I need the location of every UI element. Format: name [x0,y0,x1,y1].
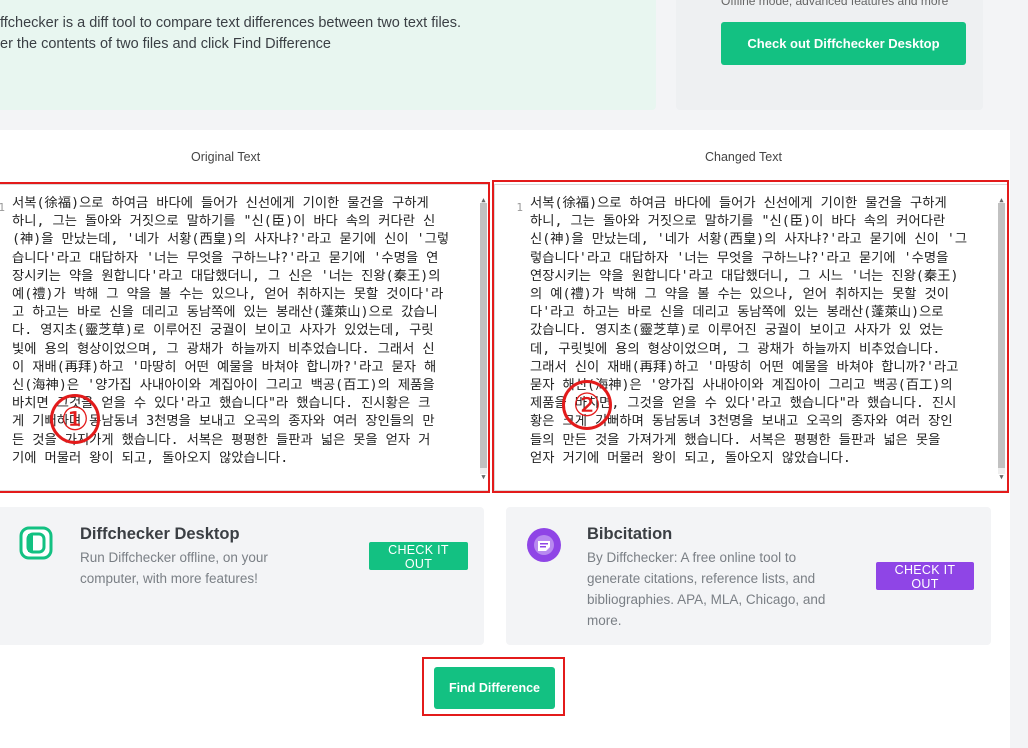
scroll-up-icon[interactable]: ▲ [998,197,1005,204]
editor-text-line[interactable]: 신(海神)은 '양가집 사내아이와 계집아이 그리고 백공(百工)의 제품을 [12,377,449,395]
editor-text-line[interactable]: 다. 영지초(靈芝草)로 이루어진 궁궐이 보이고 사자가 있었는데, 구릿 [12,322,449,340]
editor-text-line[interactable]: 서복(徐福)으로 하여금 바다에 들어가 신선에게 기이한 물건을 구하게 [530,195,967,213]
desktop-promo-subtitle: Offline mode, advanced features and more [721,0,949,8]
intro-line-2: er the contents of two files and click F… [0,36,331,52]
editor-text-line[interactable]: 습니다'라고 대답하자 '너는 무엇을 구하느냐?'라고 묻기에 '수명을 연 [12,250,449,268]
editor-text-line[interactable]: 기에 머물러 왕이 되고, 돌아오지 않았습니다. [12,450,449,468]
editor-text-line[interactable]: 렇습니다'라고 대답하자 '너는 무엇을 구하느냐?'라고 묻기에 '수명을 [530,250,967,268]
desktop-promo-title: Diffchecker Desktop [80,525,240,543]
desktop-promo-description: Run Diffchecker offline, on your compute… [80,550,268,586]
check-out-desktop-button[interactable]: Check out Diffchecker Desktop [721,22,966,65]
find-difference-button[interactable]: Find Difference [434,667,555,709]
scroll-up-icon[interactable]: ▲ [480,197,487,204]
line-number: 1 [0,199,5,217]
editor-text-line[interactable]: 의 예(禮)가 박해 그 약을 볼 수는 있으나, 얻어 취하지는 못할 것이 [530,286,967,304]
scroll-down-icon[interactable]: ▼ [998,474,1005,481]
diffchecker-desktop-icon [19,526,53,560]
changed-text-editor[interactable]: 1 서복(徐福)으로 하여금 바다에 들어가 신선에게 기이한 물건을 구하게 하… [494,184,1008,491]
intro-line-1: ffchecker is a diff tool to compare text… [0,15,462,31]
bibcitation-title: Bibcitation [587,525,673,543]
desktop-check-it-out-button[interactable]: CHECK IT OUT [369,542,468,571]
changed-scrollbar-thumb[interactable] [998,203,1005,468]
original-text-editor[interactable]: 1 서복(徐福)으로 하여금 바다에 들어가 신선에게 기이한 물건을 구하게하… [0,184,490,491]
bibcitation-check-it-out-button[interactable]: CHECK IT OUT [876,562,974,591]
line-number: 1 [516,201,523,214]
marker-two: ② [562,380,612,430]
editor-text-line[interactable]: 그래서 신이 재배(再拜)하고 '마땅히 어떤 예물을 바쳐야 합니까?'라고 [530,359,967,377]
editor-text-line[interactable]: 예(禮)가 박해 그 약을 볼 수는 있으나, 얻어 취하지는 못할 것이다'라 [12,286,449,304]
changed-text-title: Changed Text [705,150,782,164]
editor-text-line[interactable]: 연장시키는 약을 원합니다'라고 대답했더니, 그 시느 '너는 진왕(秦王) [530,268,967,286]
editor-text-line[interactable]: 들의 만든 것을 가져가게 했습니다. 서복은 평평한 들판과 넓은 못을 [530,432,967,450]
editor-text-line[interactable]: 빛에 용의 형상이었으며, 그 광채가 하늘까지 비추었습니다. 그래서 신 [12,341,449,359]
scroll-down-icon[interactable]: ▼ [480,474,487,481]
editor-text-line[interactable]: (神)을 만났는데, '네가 서황(西皇)의 사자냐?'라고 묻기에 신이 '그… [12,231,449,249]
original-scrollbar-thumb[interactable] [480,203,487,468]
bibcitation-icon [527,528,561,562]
editor-text-line[interactable]: 이 재배(再拜)하고 '마땅히 어떤 예물을 바쳐야 합니까?'라고 묻자 해 [12,359,449,377]
original-text-title: Original Text [191,150,261,164]
desktop-promo-card: Diffchecker Desktop Run Diffchecker offl… [0,507,484,645]
editor-text-line[interactable]: 고 하고는 바로 신을 데리고 동남쪽에 있는 봉래산(蓬萊山)으로 갔습니 [12,304,449,322]
intro-banner: ffchecker is a diff tool to compare text… [0,0,656,110]
editor-text-line[interactable]: 하니, 그는 돌아와 거짓으로 말하기를 "신(臣)이 바다 속의 커어다란 [530,213,967,231]
editor-text-line[interactable]: 다'라고 하고는 바로 신을 데리고 동남쪽에 있는 봉래산(蓬萊山)으로 [530,304,967,322]
desktop-promo-banner: Offline mode, advanced features and more… [676,0,983,110]
editor-text-line[interactable]: 서복(徐福)으로 하여금 바다에 들어가 신선에게 기이한 물건을 구하게 [12,195,449,213]
bibcitation-promo-card: Bibcitation By Diffchecker: A free onlin… [506,507,991,645]
editor-text-line[interactable]: 하니, 그는 돌아와 거짓으로 말하기를 "신(臣)이 바다 속의 커다란 신 [12,213,449,231]
editor-text-line[interactable]: 신(神)을 만났는데, '네가 서황(西皇)의 사자냐?'라고 묻기에 신이 '… [530,231,967,249]
editor-text-line[interactable]: 장시키는 약을 원합니다'라고 대답했더니, 그 신은 '너는 진왕(秦王)의 [12,268,449,286]
editor-text-line[interactable]: 얻자 거기에 머물러 왕이 되고, 돌아오지 않았습니다. [530,450,967,468]
bibcitation-description: By Diffchecker: A free online tool to ge… [587,550,826,628]
editor-text-line[interactable]: 갔습니다. 영지초(靈芝草)로 이루어진 궁궐이 보이고 사자가 있 었는 [530,322,967,340]
marker-one: ① [50,394,100,444]
editor-text-line[interactable]: 데, 구릿빛에 용의 형상이었으며, 그 광채가 하늘까지 비추었습니다. [530,341,967,359]
